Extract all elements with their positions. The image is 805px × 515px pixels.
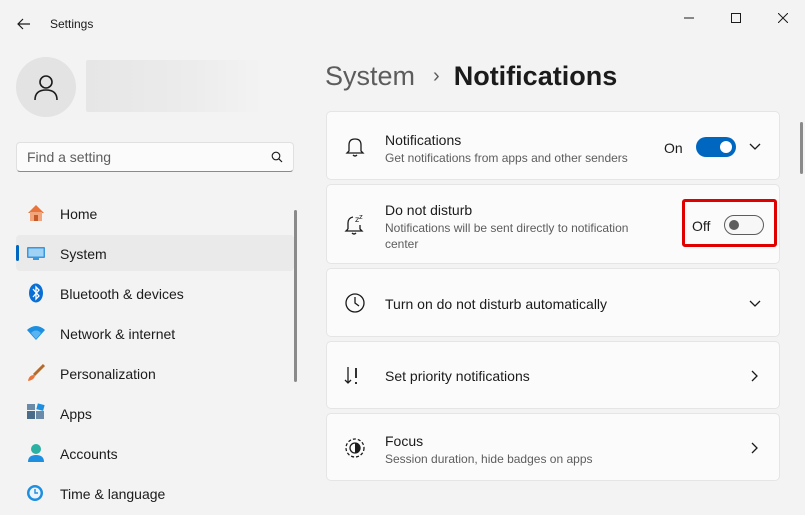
home-icon	[26, 203, 46, 223]
search-input[interactable]	[17, 143, 277, 171]
svg-text:z: z	[359, 213, 363, 221]
sidebar-item-network[interactable]: Network & internet	[16, 315, 294, 351]
notifications-card[interactable]: Notifications Get notifications from app…	[326, 111, 780, 180]
focus-icon	[343, 436, 367, 460]
highlight-box	[682, 199, 777, 247]
clock-globe-icon	[26, 483, 46, 503]
accounts-icon	[26, 443, 46, 463]
apps-icon	[26, 403, 46, 423]
notifications-subtitle: Get notifications from apps and other se…	[385, 151, 628, 165]
chevron-down-icon[interactable]	[747, 139, 763, 155]
sidebar-item-time-language[interactable]: Time & language	[16, 475, 294, 511]
auto-dnd-card[interactable]: Turn on do not disturb automatically	[326, 268, 780, 337]
selection-indicator	[16, 245, 19, 261]
auto-dnd-title: Turn on do not disturb automatically	[385, 296, 608, 312]
bell-icon	[343, 135, 367, 159]
title-bar: Settings	[0, 0, 805, 48]
sidebar-item-label: Accounts	[60, 446, 118, 462]
chevron-right-icon[interactable]	[747, 368, 763, 384]
clock-icon	[343, 291, 367, 315]
sidebar-item-apps[interactable]: Apps	[16, 395, 294, 431]
dnd-title: Do not disturb	[385, 202, 473, 218]
focus-subtitle: Session duration, hide badges on apps	[385, 452, 593, 466]
app-title: Settings	[50, 17, 94, 31]
breadcrumb-separator-icon: ›	[433, 64, 440, 87]
chevron-right-icon[interactable]	[747, 440, 763, 456]
sidebar-item-label: Apps	[60, 406, 92, 422]
sidebar-item-label: System	[60, 246, 107, 262]
sidebar-item-home[interactable]: Home	[16, 195, 294, 231]
chevron-down-icon[interactable]	[747, 296, 763, 312]
paintbrush-icon	[26, 363, 46, 383]
page-title: Notifications	[453, 60, 618, 91]
sidebar-item-personalization[interactable]: Personalization	[16, 355, 294, 391]
focus-title: Focus	[385, 433, 424, 449]
dnd-subtitle: Notifications will be sent directly to n…	[385, 221, 629, 251]
priority-title: Set priority notifications	[385, 368, 530, 384]
toggle-knob	[720, 141, 732, 153]
sort-priority-icon	[343, 364, 367, 388]
sidebar-item-label: Home	[60, 206, 98, 222]
focus-card[interactable]: Focus Session duration, hide badges on a…	[326, 413, 780, 481]
bell-snooze-icon: zz	[343, 213, 367, 237]
sidebar-item-label: Time & language	[60, 486, 166, 502]
main-scrollbar[interactable]	[800, 122, 803, 174]
notifications-title: Notifications	[385, 132, 462, 148]
bluetooth-icon	[26, 283, 46, 303]
avatar[interactable]	[16, 57, 76, 117]
sidebar-item-label: Network & internet	[60, 326, 176, 342]
breadcrumb-parent[interactable]: System	[325, 61, 415, 92]
back-arrow-icon[interactable]	[14, 14, 34, 34]
breadcrumb: System › Notifications	[325, 58, 617, 94]
sidebar-scrollbar[interactable]	[294, 210, 297, 382]
sidebar-item-accounts[interactable]: Accounts	[16, 435, 294, 471]
person-icon	[34, 75, 58, 101]
system-display-icon	[26, 243, 46, 263]
search-box[interactable]	[16, 142, 294, 172]
profile-info-redacted	[86, 60, 262, 112]
maximize-icon[interactable]	[724, 8, 748, 28]
notifications-toggle[interactable]	[696, 137, 736, 157]
sidebar-item-bluetooth[interactable]: Bluetooth & devices	[16, 275, 294, 311]
sidebar-item-label: Personalization	[60, 366, 156, 382]
sidebar-nav: Home System Bluetooth & devices Network …	[16, 195, 294, 515]
sidebar-item-label: Bluetooth & devices	[60, 286, 184, 302]
search-icon[interactable]	[271, 150, 283, 168]
close-icon[interactable]	[771, 8, 795, 28]
priority-card[interactable]: Set priority notifications	[326, 341, 780, 409]
wifi-icon	[26, 323, 46, 343]
minimize-icon[interactable]	[677, 8, 701, 28]
notifications-toggle-label: On	[664, 140, 683, 156]
sidebar-item-system[interactable]: System	[16, 235, 294, 271]
